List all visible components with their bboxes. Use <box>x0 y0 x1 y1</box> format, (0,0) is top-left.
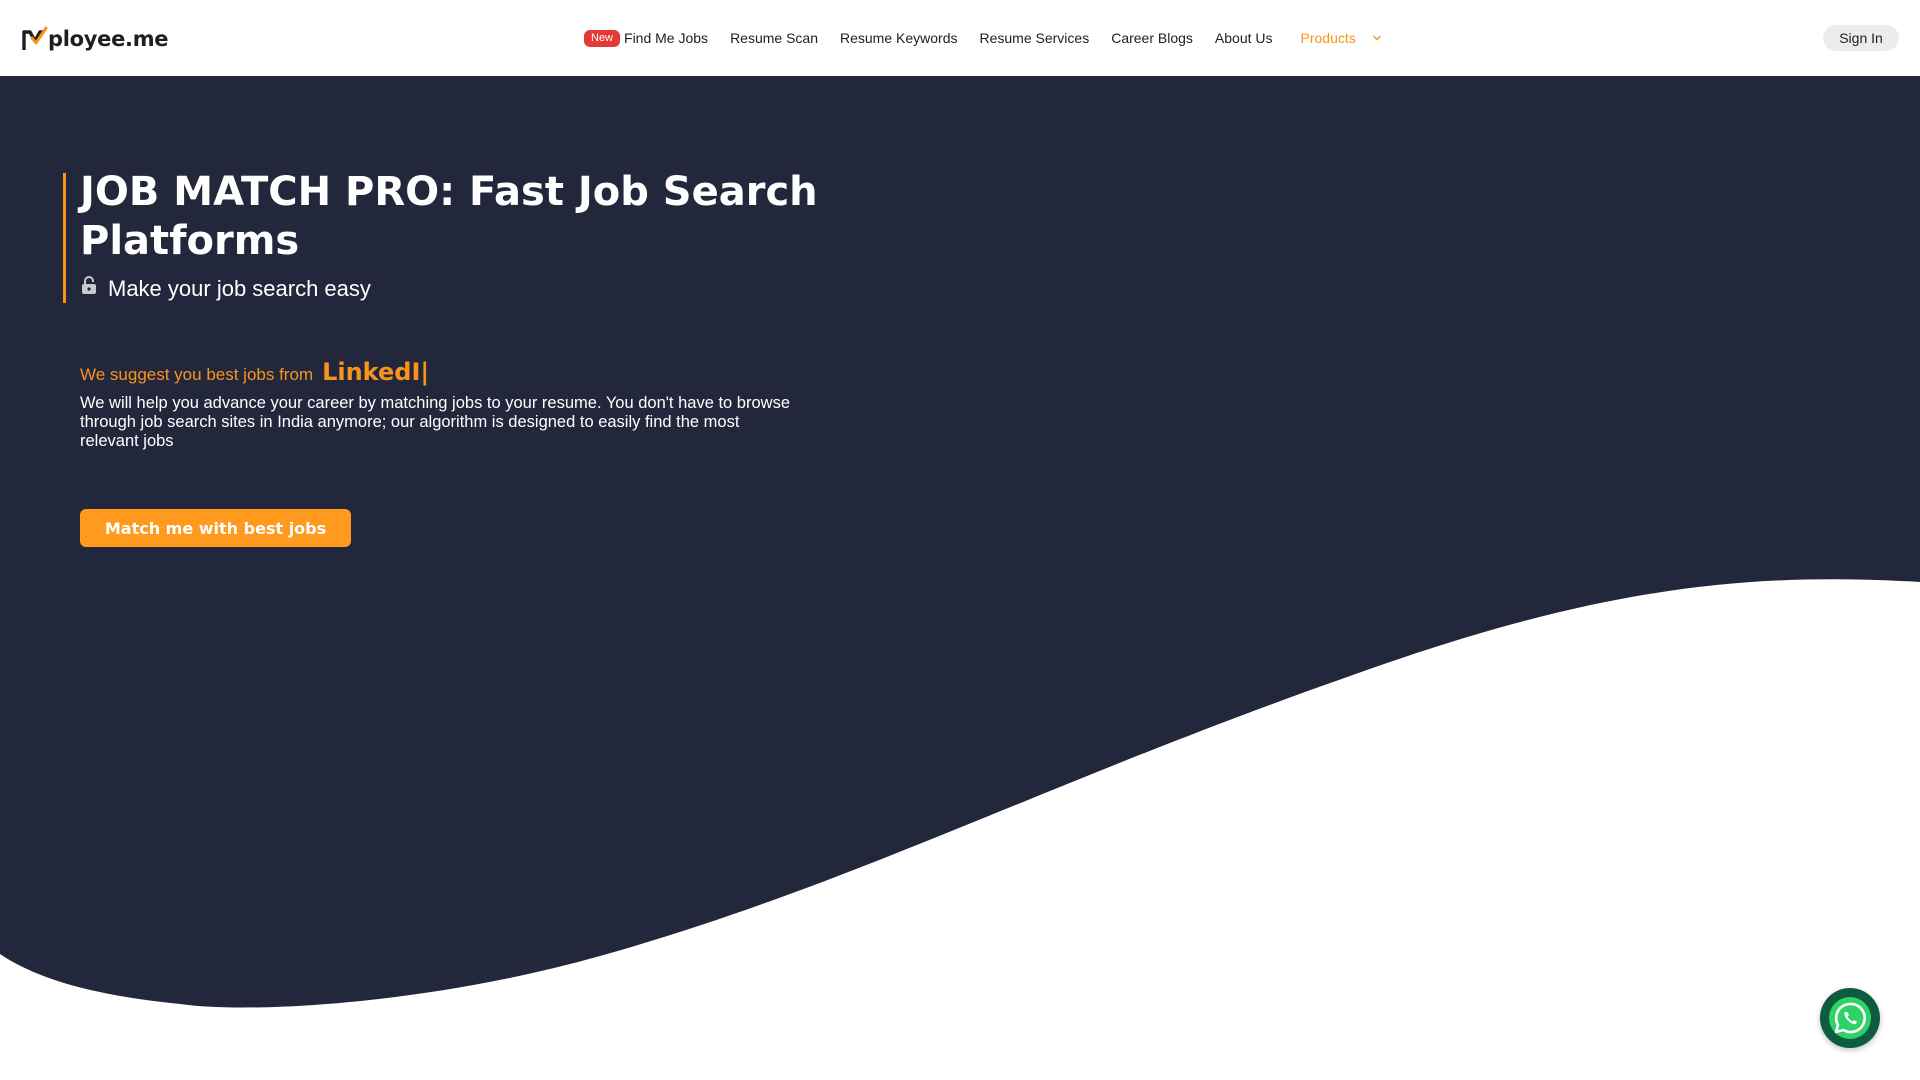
chevron-down-icon <box>1373 35 1381 41</box>
title-accent-bar <box>63 173 66 303</box>
nav-item-find-me-jobs[interactable]: Find Me Jobs <box>624 30 708 46</box>
page-title: JOB MATCH PRO: Fast Job Search Platforms <box>80 169 818 264</box>
suggest-line: We suggest you best jobs from LinkedI| <box>80 358 429 386</box>
hero-section: JOB MATCH PRO: Fast Job Search Platforms… <box>0 76 1920 1080</box>
nav-item-resume-scan[interactable]: Resume Scan <box>730 30 818 46</box>
main-nav: New Find Me Jobs Resume Scan Resume Keyw… <box>584 26 1382 50</box>
logo-text: ployee.me <box>48 27 169 51</box>
hero-subtitle-text: Make your job search easy <box>108 276 371 301</box>
sign-in-button[interactable]: Sign In <box>1823 25 1899 51</box>
logo-check-icon <box>22 26 48 50</box>
suggest-prefix: We suggest you best jobs from <box>80 365 314 384</box>
products-dropdown[interactable]: Products <box>1301 30 1382 46</box>
hero-description: We will help you advance your career by … <box>80 394 790 450</box>
site-header: ployee.me New Find Me Jobs Resume Scan R… <box>0 0 1920 76</box>
hero-subtitle: Make your job search easy <box>80 276 371 302</box>
nav-item-resume-services[interactable]: Resume Services <box>980 30 1090 46</box>
logo[interactable]: ployee.me <box>22 24 169 54</box>
nav-item-career-blogs[interactable]: Career Blogs <box>1111 30 1193 46</box>
match-jobs-button[interactable]: Match me with best jobs <box>80 509 351 547</box>
lock-icon <box>82 276 96 294</box>
whatsapp-button[interactable] <box>1820 988 1880 1048</box>
nav-item-resume-keywords[interactable]: Resume Keywords <box>840 30 958 46</box>
suggest-platform-typing: LinkedI| <box>322 358 430 386</box>
nav-item-about-us[interactable]: About Us <box>1215 30 1273 46</box>
new-badge: New <box>584 29 621 47</box>
whatsapp-icon <box>1829 997 1871 1039</box>
products-label: Products <box>1300 30 1356 46</box>
